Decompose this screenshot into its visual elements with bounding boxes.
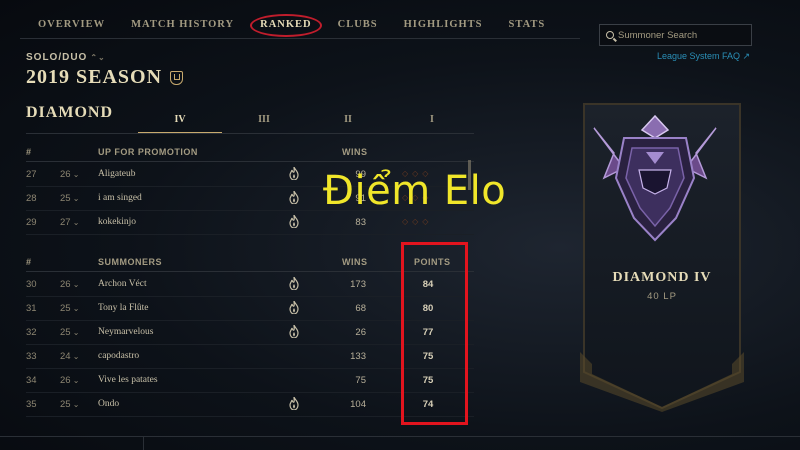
previous-rank: 25 [60,399,80,410]
rank-number: 33 [26,351,37,362]
tab-overview[interactable]: OVERVIEW [30,12,113,38]
hot-streak-icon [288,166,300,181]
division-tab-i[interactable]: I [390,102,474,134]
footer-divider [0,436,800,437]
diamond-emblem-icon [593,114,717,242]
annotation-text: Điểm Elo [323,168,507,214]
summoner-name[interactable]: Aligateub [98,169,135,179]
tier-bar: DIAMOND IV III II I [26,102,474,134]
rank-number: 27 [26,169,37,180]
summoner-search-input[interactable] [618,29,748,41]
summoner-name[interactable]: capodastro [98,351,139,361]
promo-table-header: # UP FOR PROMOTION WINS [26,145,474,161]
rank-title: DIAMOND IV [612,270,712,285]
summoner-name[interactable]: Tony la Flûte [98,303,149,313]
wins-value: 104 [350,399,366,410]
rank-number: 35 [26,399,37,410]
queue-label: SOLO/DUO [26,52,88,63]
hot-streak-icon [288,214,300,229]
row-divider [26,234,474,235]
hot-streak-icon [288,396,300,411]
season-label: 2019 SEASON [26,66,163,88]
previous-rank: 25 [60,327,80,338]
hot-streak-icon [288,190,300,205]
tab-highlights[interactable]: HIGHLIGHTS [396,12,491,38]
header-summoners: SUMMONERS [98,257,163,267]
wins-value: 83 [355,217,366,228]
search-icon [606,31,614,39]
rank-number: 30 [26,279,37,290]
shield-icon[interactable] [170,70,184,85]
wins-value: 75 [355,375,366,386]
summoner-name[interactable]: kokekinjo [98,217,136,227]
queue-selector[interactable]: SOLO/DUO ⌃⌄ [26,52,106,63]
division-tabs: IV III II I [138,102,474,134]
nav-divider [20,38,580,39]
header-rank: # [26,257,32,267]
summoner-name[interactable]: Archon Véct [98,279,147,289]
hot-streak-icon [288,324,300,339]
division-tab-ii[interactable]: II [306,102,390,134]
previous-rank: 26 [60,169,80,180]
summoner-search[interactable] [599,24,752,46]
rank-lp: 40 LP [647,291,677,302]
previous-rank: 25 [60,193,80,204]
points-highlight-box [401,242,468,425]
header-wins: WINS [342,147,368,157]
table-row[interactable]: 29 27 kokekinjo 83 ◇◇◇ [26,211,474,235]
previous-rank: 25 [60,303,80,314]
header-wins: WINS [342,257,368,267]
division-tab-iii[interactable]: III [222,102,306,134]
summoner-name[interactable]: Vive les patates [98,375,158,385]
hot-streak-icon [288,276,300,291]
summoner-name[interactable]: Ondo [98,399,119,409]
previous-rank: 26 [60,375,80,386]
hot-streak-icon [288,300,300,315]
tab-match-history[interactable]: MATCH HISTORY [123,12,242,38]
tier-name: DIAMOND [26,104,113,121]
header-divider [26,161,474,162]
header-rank: # [26,147,32,157]
header-promotion: UP FOR PROMOTION [98,147,198,157]
tab-ranked[interactable]: RANKED [250,12,322,38]
promo-series-icon: ◇◇◇ [402,217,433,226]
summoner-name[interactable]: i am singed [98,193,142,203]
wins-value: 26 [355,327,366,338]
tier-divider [26,133,474,134]
rank-number: 32 [26,327,37,338]
tab-clubs[interactable]: CLUBS [330,12,386,38]
wins-value: 133 [350,351,366,362]
wins-value: 173 [350,279,366,290]
previous-rank: 27 [60,217,80,228]
chevron-updown-icon: ⌃⌄ [90,53,106,62]
rank-number: 29 [26,217,37,228]
previous-rank: 24 [60,351,80,362]
tab-stats[interactable]: STATS [501,12,554,38]
league-faq-link[interactable]: League System FAQ ↗ [657,51,750,62]
top-nav: OVERVIEW MATCH HISTORY RANKED CLUBS HIGH… [30,12,563,38]
footer-separator [143,436,144,450]
rank-number: 34 [26,375,37,386]
rank-number: 31 [26,303,37,314]
rank-number: 28 [26,193,37,204]
previous-rank: 26 [60,279,80,290]
wins-value: 68 [355,303,366,314]
summoner-name[interactable]: Neymarvelous [98,327,153,337]
season-title: 2019 SEASON [26,66,184,89]
division-tab-iv[interactable]: IV [138,102,222,134]
